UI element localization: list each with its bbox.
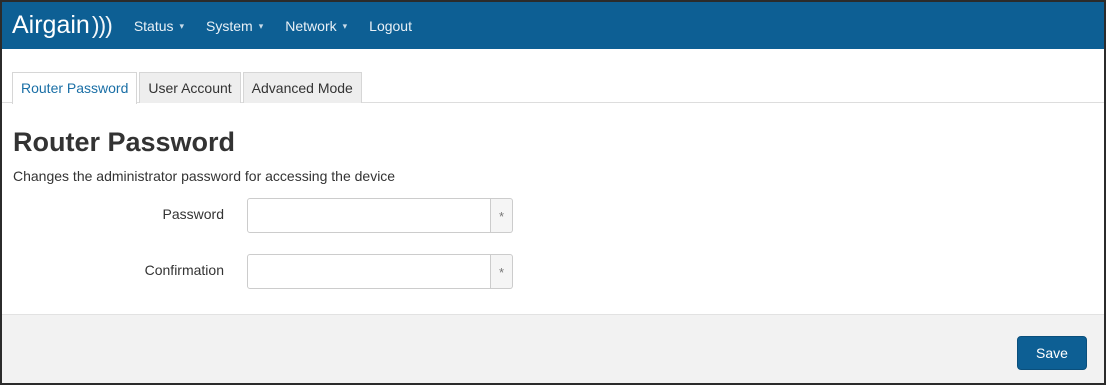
nav-system-label: System: [206, 17, 253, 34]
caret-down-icon: ▾: [342, 20, 348, 31]
tab-user-account[interactable]: User Account: [139, 72, 241, 103]
nav-network[interactable]: Network ▾: [285, 18, 347, 34]
top-navbar: Airgain))) Status ▾ System ▾ Network ▾ L…: [2, 2, 1104, 49]
tab-router-password[interactable]: Router Password: [12, 72, 138, 104]
password-input-group: *: [247, 198, 513, 233]
password-row: Password *: [2, 198, 1104, 234]
router-admin-page: Airgain))) Status ▾ System ▾ Network ▾ L…: [0, 0, 1106, 385]
tab-advanced-mode[interactable]: Advanced Mode: [242, 72, 362, 103]
required-asterisk-icon: *: [491, 198, 513, 233]
confirmation-row: Confirmation *: [2, 254, 1104, 290]
nav-logout[interactable]: Logout: [369, 18, 412, 34]
signal-waves-icon: ))): [91, 12, 113, 38]
form-footer: Save: [2, 314, 1104, 383]
nav-status[interactable]: Status ▾: [134, 18, 184, 34]
nav-network-label: Network: [285, 17, 337, 34]
confirmation-input-group: *: [247, 254, 513, 289]
confirmation-label: Confirmation: [144, 262, 224, 278]
save-button[interactable]: Save: [1017, 336, 1087, 370]
nav-system[interactable]: System ▾: [206, 18, 263, 34]
confirmation-input[interactable]: [247, 254, 491, 289]
password-label: Password: [162, 206, 224, 222]
page-description: Changes the administrator password for a…: [13, 168, 396, 184]
password-input[interactable]: [247, 198, 491, 233]
nav-status-label: Status: [133, 17, 174, 34]
required-asterisk-icon: *: [491, 254, 513, 289]
brand-name: Airgain: [12, 11, 90, 39]
nav-logout-label: Logout: [369, 17, 412, 34]
page-title: Router Password: [13, 127, 236, 157]
brand-logo[interactable]: Airgain))): [12, 2, 113, 49]
tab-bar: Router Password User Account Advanced Mo…: [12, 72, 364, 104]
caret-down-icon: ▾: [179, 20, 185, 31]
caret-down-icon: ▾: [258, 20, 264, 31]
